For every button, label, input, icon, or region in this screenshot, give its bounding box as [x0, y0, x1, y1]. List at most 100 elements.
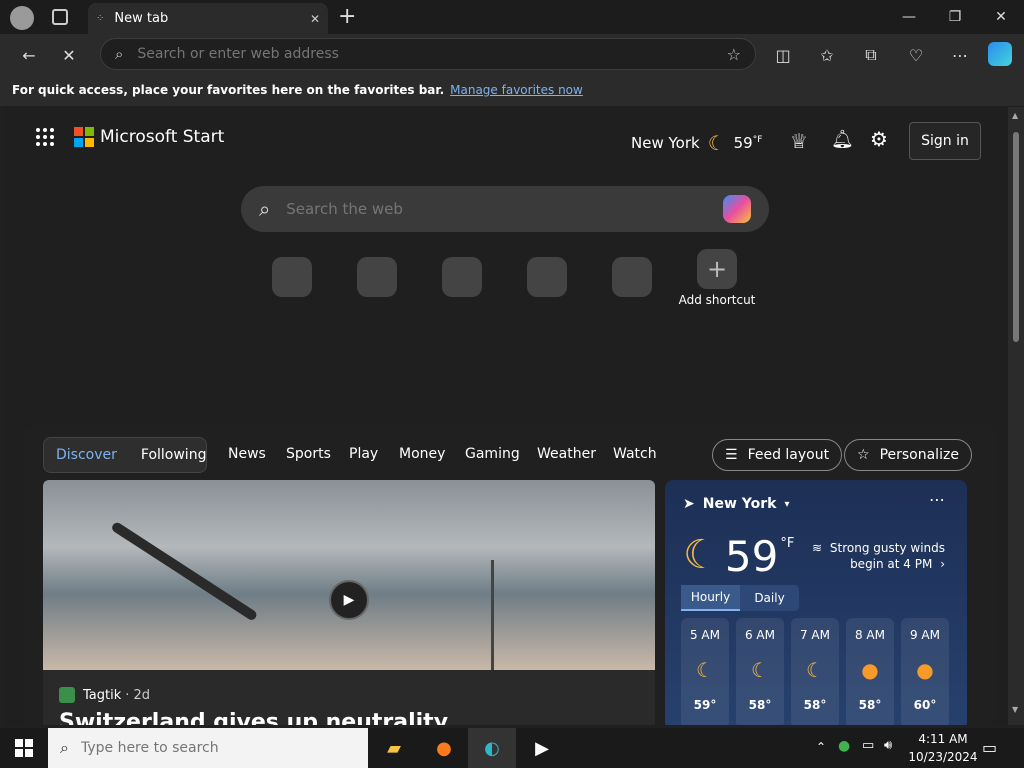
- copilot-icon[interactable]: [723, 195, 751, 223]
- new-tab-button[interactable]: +: [338, 4, 356, 29]
- more-options-icon[interactable]: ⋯: [929, 490, 945, 509]
- article-source: Tagtik · 2d: [59, 687, 150, 703]
- network-icon[interactable]: ▭: [862, 738, 874, 753]
- nav-money[interactable]: Money: [399, 446, 445, 462]
- header-weather[interactable]: New York ☾ 59 °F: [631, 131, 762, 155]
- favorite-star-icon[interactable]: ☆: [727, 45, 741, 64]
- nav-gaming[interactable]: Gaming: [465, 446, 520, 462]
- tray-chevron-up-icon[interactable]: ⌃: [816, 740, 826, 754]
- weather-alert[interactable]: ≋ Strong gusty winds begin at 4 PM ›: [805, 540, 945, 572]
- back-arrow-icon[interactable]: ←: [16, 42, 42, 68]
- scrollbar-thumb[interactable]: [1013, 132, 1019, 342]
- moon-icon: ☾: [696, 658, 714, 682]
- favorites-bar-message: For quick access, place your favorites h…: [12, 83, 445, 97]
- youtube-icon[interactable]: ▶: [518, 728, 566, 768]
- play-video-button[interactable]: ▶: [329, 580, 369, 620]
- tab-discover[interactable]: Discover: [44, 447, 129, 463]
- location-arrow-icon: ➤: [683, 496, 695, 512]
- tray-user-icon[interactable]: ●: [838, 738, 850, 754]
- weather-current: ☾ 59 °F: [683, 532, 794, 581]
- minimize-button[interactable]: —: [886, 0, 932, 34]
- scroll-down-arrow-icon[interactable]: ▼: [1012, 705, 1018, 714]
- collections-icon[interactable]: ⧉: [858, 42, 884, 68]
- address-bar[interactable]: ⌕ ☆: [100, 38, 756, 70]
- settings-gear-icon[interactable]: ⚙: [870, 127, 888, 151]
- taskbar-search[interactable]: ⌕: [48, 728, 368, 768]
- shortcut-tile[interactable]: [527, 257, 567, 297]
- tab-actions-icon[interactable]: [52, 9, 68, 25]
- hour-time: 7 AM: [799, 628, 830, 642]
- rewards-icon[interactable]: ♕: [790, 129, 808, 153]
- favorites-bar: For quick access, place your favorites h…: [0, 74, 1024, 106]
- search-icon: ⌕: [60, 738, 69, 757]
- search-icon: ⌕: [259, 197, 271, 221]
- windows-start-button[interactable]: [0, 728, 48, 768]
- more-options-icon[interactable]: ⋯: [947, 42, 973, 68]
- app-launcher-icon[interactable]: [36, 128, 54, 146]
- nav-weather[interactable]: Weather: [537, 446, 596, 462]
- shortcut-tile[interactable]: [442, 257, 482, 297]
- scroll-up-arrow-icon[interactable]: ▲: [1012, 111, 1018, 120]
- microsoft-logo-icon: [74, 127, 94, 147]
- chevron-down-icon: ▾: [784, 498, 790, 510]
- stop-loading-icon[interactable]: ✕: [56, 42, 82, 68]
- split-screen-icon[interactable]: ◫: [770, 42, 796, 68]
- tab-following[interactable]: Following: [129, 447, 219, 463]
- close-window-button[interactable]: ✕: [978, 0, 1024, 34]
- tab-hourly[interactable]: Hourly: [681, 585, 740, 611]
- edge-icon[interactable]: ◐: [468, 728, 516, 768]
- tab-daily[interactable]: Daily: [740, 585, 799, 611]
- clock-date: 10/23/2024: [908, 750, 978, 764]
- feed-layout-button[interactable]: ☰ Feed layout: [712, 439, 843, 471]
- hour-temp: 58°: [748, 698, 772, 712]
- weather-location[interactable]: ➤ New York ▾: [683, 496, 789, 512]
- hero-article-card[interactable]: ▶ Tagtik · 2d Switzerland gives up neutr…: [43, 480, 655, 725]
- hour-temp: 59°: [693, 698, 717, 712]
- notifications-icon[interactable]: 🔔︎: [831, 129, 854, 150]
- profile-avatar[interactable]: [10, 6, 34, 30]
- shortcut-tile[interactable]: [272, 257, 312, 297]
- hourly-forecast-item[interactable]: 9 AM ● 60°: [901, 618, 949, 725]
- volume-icon[interactable]: 🔊︎: [884, 738, 892, 753]
- sign-in-button[interactable]: Sign in: [909, 122, 981, 160]
- file-explorer-icon[interactable]: ▰: [370, 728, 418, 768]
- hourly-forecast-item[interactable]: 8 AM ● 58°: [846, 618, 894, 725]
- personalize-button[interactable]: ☆ Personalize: [844, 439, 972, 471]
- windows-logo-icon: [15, 739, 33, 757]
- performance-icon[interactable]: ♡: [903, 42, 929, 68]
- hourly-forecast-item[interactable]: 5 AM ☾ 59°: [681, 618, 729, 725]
- web-search-box[interactable]: ⌕: [241, 186, 769, 232]
- taskbar-clock[interactable]: 4:11 AM 10/23/2024: [908, 730, 978, 766]
- nav-play[interactable]: Play: [349, 446, 378, 462]
- weather-card[interactable]: ➤ New York ▾ ⋯ ☾ 59 °F ≋ Strong gusty wi…: [665, 480, 967, 725]
- weather-alert-text: Strong gusty winds begin at 4 PM: [829, 541, 945, 571]
- favorites-icon[interactable]: ✩: [814, 42, 840, 68]
- shortcut-tile[interactable]: [357, 257, 397, 297]
- maximize-button[interactable]: ❐: [932, 0, 978, 34]
- hero-image: [43, 480, 655, 670]
- add-shortcut-label: Add shortcut: [678, 293, 756, 307]
- add-shortcut-button[interactable]: +: [697, 249, 737, 289]
- taskbar-search-input[interactable]: [78, 739, 257, 757]
- manage-favorites-link[interactable]: Manage favorites now: [450, 83, 583, 97]
- missile-shape: [110, 520, 259, 622]
- personalize-label: Personalize: [879, 447, 959, 463]
- news-feed: Discover Following News Sports Play Mone…: [24, 425, 994, 725]
- notification-center-icon[interactable]: ▭: [982, 738, 997, 757]
- hourly-forecast-item[interactable]: 6 AM ☾ 58°: [736, 618, 784, 725]
- address-input[interactable]: [135, 45, 727, 63]
- firefox-icon[interactable]: ●: [420, 728, 468, 768]
- article-headline[interactable]: Switzerland gives up neutrality: [59, 710, 448, 725]
- copilot-icon[interactable]: [988, 42, 1012, 66]
- hourly-forecast-item[interactable]: 7 AM ☾ 58°: [791, 618, 839, 725]
- shortcut-tile[interactable]: [612, 257, 652, 297]
- close-tab-icon[interactable]: ✕: [310, 12, 320, 26]
- nav-news[interactable]: News: [228, 446, 266, 462]
- nav-sports[interactable]: Sports: [286, 446, 331, 462]
- hour-time: 5 AM: [689, 628, 720, 642]
- tab-new-tab[interactable]: ⁘ New tab ✕: [88, 3, 328, 34]
- nav-watch[interactable]: Watch: [613, 446, 657, 462]
- page-header: Microsoft Start New York ☾ 59 °F ♕ 🔔︎ ⚙ …: [4, 121, 1008, 161]
- page-scrollbar[interactable]: ▲ ▼: [1008, 107, 1024, 725]
- web-search-input[interactable]: [284, 199, 723, 219]
